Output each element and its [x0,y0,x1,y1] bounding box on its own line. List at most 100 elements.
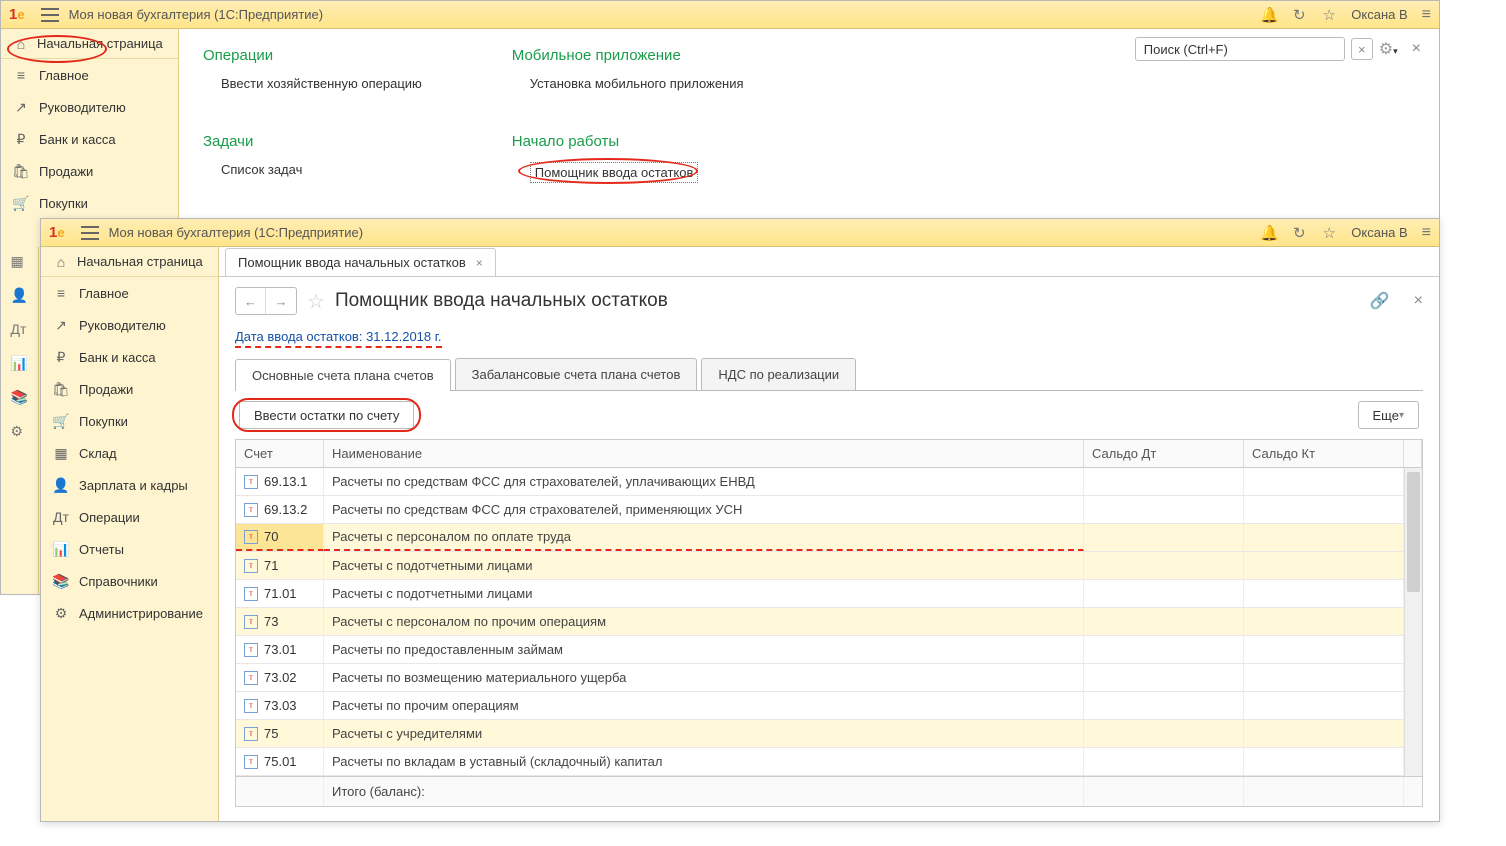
account-icon: т [244,755,258,769]
tab-bar: Помощник ввода начальных остатков× [219,247,1439,277]
home-link[interactable]: ⌂ Начальная страница [1,29,178,59]
collapsed-icon[interactable]: ▦ [11,253,29,271]
titlebar-2: 1e Моя новая бухгалтерия (1С:Предприятие… [41,219,1439,247]
sidebar-item-1[interactable]: ↗Руководителю [41,309,218,341]
close-page-icon[interactable]: × [1414,292,1423,310]
col-account[interactable]: Счет [236,440,324,467]
table-row[interactable]: т73.01Расчеты по предоставленным займам [236,636,1422,664]
balance-date-link[interactable]: Дата ввода остатков: 31.12.2018 г. [235,329,442,348]
scrollbar[interactable] [1404,468,1422,776]
cell-debit [1084,664,1244,691]
cell-credit [1244,552,1404,579]
sidebar-item-7[interactable]: ДтОперации [41,501,218,533]
cell-account: 75.01 [264,754,297,769]
sidebar-item-3[interactable]: 🛍Продажи [1,155,178,187]
sidebar-item-4[interactable]: 🛒Покупки [41,405,218,437]
collapsed-icon[interactable]: 📚 [11,389,29,407]
tab-close-icon[interactable]: × [476,256,483,270]
section-start: Начало работы [512,133,744,150]
sidebar-item-10[interactable]: ⚙Администрирование [41,597,218,629]
window-controls-icon[interactable]: ≡ [1422,6,1431,24]
tab-balance-helper[interactable]: Помощник ввода начальных остатков× [225,248,496,276]
sidebar-item-6[interactable]: 👤Зарплата и кадры [41,469,218,501]
table-row[interactable]: т69.13.1Расчеты по средствам ФСС для стр… [236,468,1422,496]
sidebar-label: Продажи [39,164,93,179]
table-row[interactable]: т71Расчеты с подотчетными лицами [236,552,1422,580]
account-icon: т [244,503,258,517]
section-operations: Операции [203,47,422,64]
home-link-2[interactable]: ⌂ Начальная страница [41,247,218,277]
sidebar-item-0[interactable]: ≡Главное [1,59,178,91]
menu-icon[interactable] [41,8,59,22]
collapsed-icon[interactable]: 👤 [11,287,29,305]
sidebar-item-5[interactable]: ▦Склад [41,437,218,469]
link-balance-helper[interactable]: Помощник ввода остатков [512,162,744,183]
table-row[interactable]: т73Расчеты с персоналом по прочим операц… [236,608,1422,636]
subtab-2[interactable]: НДС по реализации [701,358,856,390]
link-icon[interactable]: 🔗 [1370,291,1390,311]
star-icon[interactable]: ☆ [1321,7,1337,23]
sidebar-icon: ↗ [13,99,29,115]
cell-debit [1084,496,1244,523]
sidebar-icon: ▦ [53,445,69,461]
link-enter-operation[interactable]: Ввести хозяйственную операцию [203,76,422,91]
enter-balance-button[interactable]: Ввести остатки по счету [239,401,414,429]
history-icon[interactable]: ↻ [1291,225,1307,241]
link-task-list[interactable]: Список задач [203,162,422,177]
sidebar-item-9[interactable]: 📚Справочники [41,565,218,597]
more-button[interactable]: Еще [1358,401,1419,429]
sidebar-item-0[interactable]: ≡Главное [41,277,218,309]
window-controls-icon[interactable]: ≡ [1422,224,1431,242]
user-label[interactable]: Оксана В [1351,7,1407,22]
bell-icon[interactable]: 🔔 [1261,225,1277,241]
back-button[interactable]: ← [236,288,266,314]
cell-account: 73 [264,614,278,629]
user-label-2[interactable]: Оксана В [1351,225,1407,240]
collapsed-icon[interactable]: ⚙ [11,423,29,441]
col-credit[interactable]: Сальдо Кт [1244,440,1404,467]
sidebar-item-2[interactable]: ₽Банк и касса [1,123,178,155]
sidebar-icon: 🛒 [13,195,29,211]
sidebar-icon: 🛒 [53,413,69,429]
scroll-thumb[interactable] [1407,472,1420,592]
account-icon: т [244,475,258,489]
table-row[interactable]: т69.13.2Расчеты по средствам ФСС для стр… [236,496,1422,524]
table-row[interactable]: т71.01Расчеты с подотчетными лицами [236,580,1422,608]
sidebar-label: Руководителю [79,318,166,333]
search-input[interactable]: Поиск (Ctrl+F) [1135,37,1345,61]
collapsed-icon[interactable]: 📊 [11,355,29,373]
sidebar-item-4[interactable]: 🛒 Покупки [1,187,178,219]
subtab-0[interactable]: Основные счета плана счетов [235,359,451,391]
table-row[interactable]: т73.02Расчеты по возмещению материальног… [236,664,1422,692]
gear-icon[interactable]: ⚙▾ [1379,39,1398,59]
sidebar-item-2[interactable]: ₽Банк и касса [41,341,218,373]
cell-account: 73.02 [264,670,297,685]
sidebar-icon: 📊 [53,541,69,557]
sidebar-icon: ₽ [13,131,29,147]
favorite-star-icon[interactable]: ☆ [307,289,325,314]
sidebar-item-1[interactable]: ↗Руководителю [1,91,178,123]
cell-credit [1244,580,1404,607]
bell-icon[interactable]: 🔔 [1261,7,1277,23]
link-install-mobile[interactable]: Установка мобильного приложения [512,76,744,91]
table-row[interactable]: т75.01Расчеты по вкладам в уставный (скл… [236,748,1422,776]
sidebar-icon: ≡ [53,285,69,301]
col-name[interactable]: Наименование [324,440,1084,467]
menu-icon[interactable] [81,226,99,240]
collapsed-icon[interactable]: Дт [11,321,29,339]
table-row[interactable]: т73.03Расчеты по прочим операциям [236,692,1422,720]
table-row[interactable]: т70Расчеты с персоналом по оплате труда [236,524,1422,552]
subtab-1[interactable]: Забалансовые счета плана счетов [455,358,698,390]
history-icon[interactable]: ↻ [1291,7,1307,23]
col-debit[interactable]: Сальдо Дт [1084,440,1244,467]
cell-account: 75 [264,726,278,741]
logo-1c: 1e [9,6,25,23]
star-icon[interactable]: ☆ [1321,225,1337,241]
close-panel-icon[interactable]: × [1412,40,1421,58]
sidebar-label: Покупки [39,196,88,211]
forward-button[interactable]: → [266,288,296,314]
clear-search-button[interactable]: × [1351,38,1373,60]
sidebar-item-8[interactable]: 📊Отчеты [41,533,218,565]
table-row[interactable]: т75Расчеты с учредителями [236,720,1422,748]
sidebar-item-3[interactable]: 🛍Продажи [41,373,218,405]
